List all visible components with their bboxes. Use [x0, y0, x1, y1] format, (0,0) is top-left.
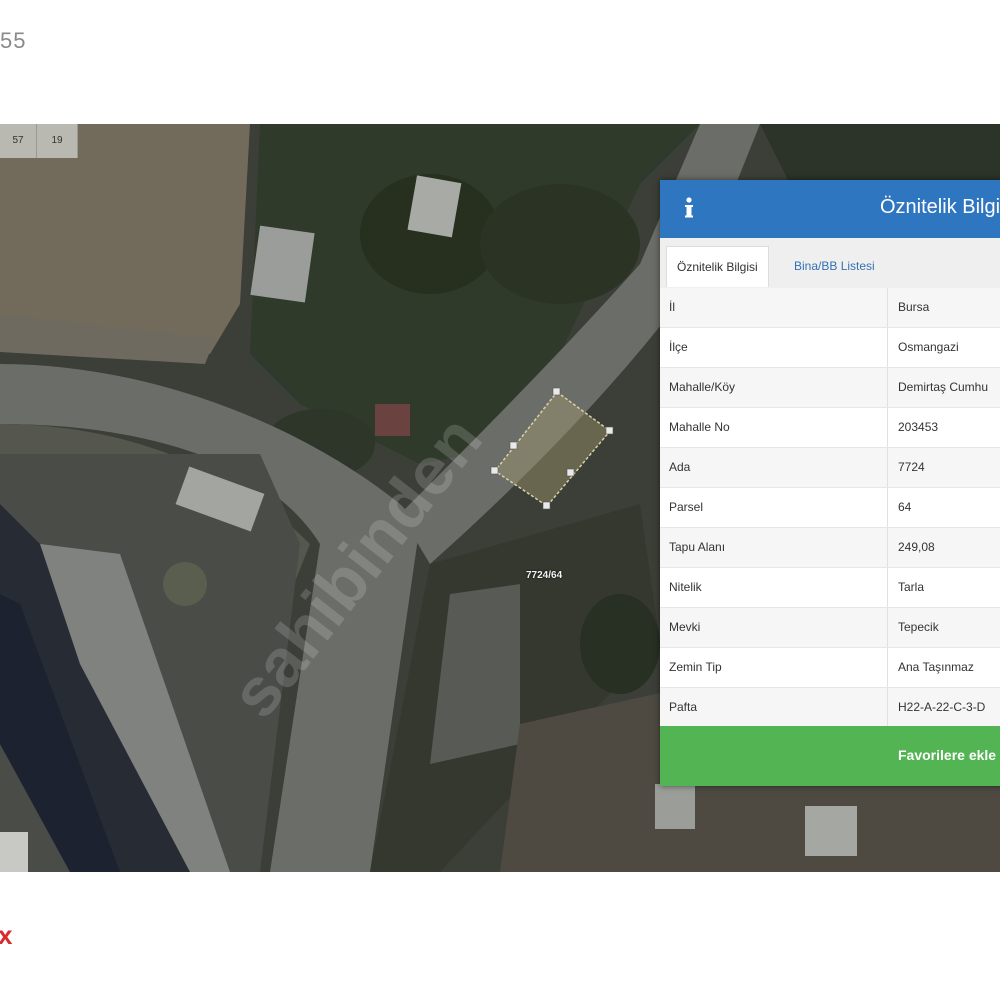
- tab-building-list[interactable]: Bina/BB Listesi: [784, 246, 885, 286]
- row-key: Mahalle No: [669, 420, 730, 434]
- parcel-label: 7724/64: [526, 570, 563, 581]
- map-zoom-cell[interactable]: 19: [37, 124, 78, 158]
- row-value: H22-A-22-C-3-D: [898, 700, 986, 714]
- row-value: Demirtaş Cumhu: [898, 380, 989, 394]
- row-key: Ada: [669, 460, 691, 474]
- table-row: Mahalle No 203453: [660, 408, 1000, 448]
- row-value: 203453: [898, 420, 939, 434]
- map-zoom-cell[interactable]: 57: [0, 124, 37, 158]
- row-key: Mahalle/Köy: [669, 380, 736, 394]
- row-key: Pafta: [669, 700, 698, 714]
- row-value: 64: [898, 500, 912, 514]
- table-row: İl Bursa: [660, 288, 1000, 328]
- table-row: Mevki Tepecik: [660, 608, 1000, 648]
- row-key: İlçe: [669, 340, 688, 354]
- table-row: Ada 7724: [660, 448, 1000, 488]
- row-value: Tepecik: [898, 620, 939, 634]
- info-icon[interactable]: [674, 193, 704, 223]
- row-value: Tarla: [898, 580, 925, 594]
- panel-header: Öznitelik Bilgi: [660, 180, 1000, 238]
- table-row: Nitelik Tarla: [660, 568, 1000, 608]
- row-value: 249,08: [898, 540, 935, 554]
- bottom-mark: x: [0, 920, 13, 950]
- table-row: Tapu Alanı 249,08: [660, 528, 1000, 568]
- add-to-favorites-button[interactable]: Favorilere ekle: [660, 726, 1000, 786]
- tab-attribute-info[interactable]: Öznitelik Bilgisi: [666, 246, 769, 287]
- row-value: Osmangazi: [898, 340, 959, 354]
- top-number: 55: [0, 28, 27, 53]
- row-key: Tapu Alanı: [669, 540, 726, 554]
- panel-tabs: Öznitelik Bilgisi Bina/BB Listesi: [660, 238, 1000, 293]
- row-key: Nitelik: [669, 580, 702, 594]
- table-row: Pafta H22-A-22-C-3-D: [660, 688, 1000, 728]
- table-row: Parsel 64: [660, 488, 1000, 528]
- row-value: 7724: [898, 460, 925, 474]
- row-value: Bursa: [898, 300, 930, 314]
- row-key: Parsel: [669, 500, 704, 514]
- attribute-panel: Öznitelik Bilgi Öznitelik Bilgisi Bina/B…: [660, 180, 1000, 786]
- attribute-table: İl Bursa İlçe Osmangazi Mahalle/Köy Demirta…: [660, 288, 1000, 728]
- table-row: Zemin Tip Ana Taşınmaz: [660, 648, 1000, 688]
- panel-title: Öznitelik Bilgi: [880, 196, 1000, 218]
- row-value: Ana Taşınmaz: [898, 660, 974, 674]
- row-key: İl: [669, 300, 675, 314]
- table-row: Mahalle/Köy Demirtaş Cumhu: [660, 368, 1000, 408]
- table-row: İlçe Osmangazi: [660, 328, 1000, 368]
- row-key: Zemin Tip: [669, 660, 722, 674]
- row-key: Mevki: [669, 620, 701, 634]
